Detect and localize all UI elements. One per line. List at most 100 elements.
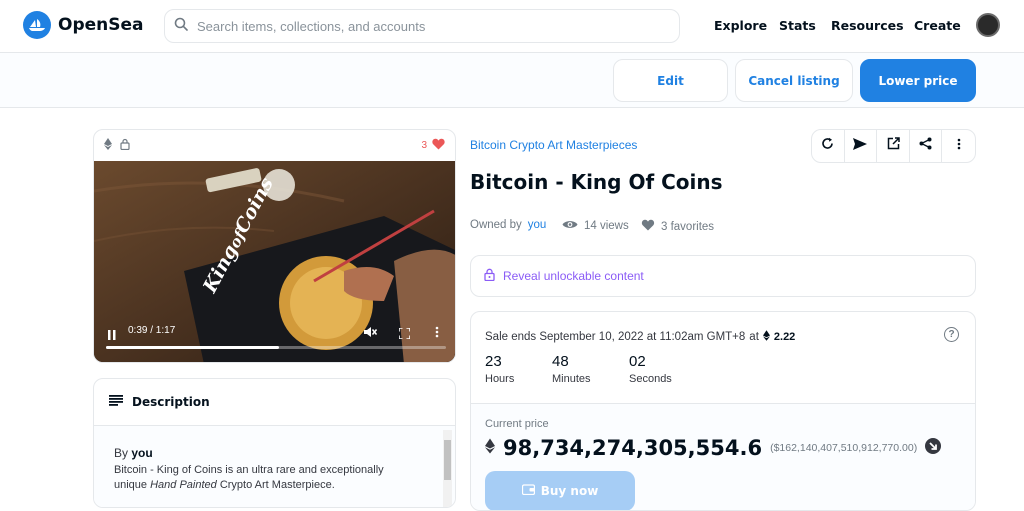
heart-icon — [432, 138, 445, 153]
sale-countdown-section: Sale ends September 10, 2022 at 11:02am … — [471, 312, 975, 404]
description-author-link[interactable]: you — [131, 446, 152, 460]
current-price-value: 98,734,274,305,554.6 — [503, 436, 763, 460]
brand-name: OpenSea — [58, 15, 144, 35]
ethereum-price-icon — [485, 438, 495, 459]
description-body: By you Bitcoin - King of Coins is an ult… — [94, 426, 455, 507]
opensea-logo[interactable]: OpenSea — [23, 11, 144, 39]
price-down-arrow-icon[interactable] — [925, 437, 942, 459]
owner-link[interactable]: you — [528, 219, 547, 231]
views-info: 14 views — [562, 219, 629, 233]
description-heading: Description — [132, 395, 210, 409]
countdown-minutes-value: 48 — [552, 353, 569, 370]
description-text-line1: Bitcoin - King of Coins is an ultra rare… — [114, 463, 435, 478]
cancel-listing-button[interactable]: Cancel listing — [735, 59, 853, 102]
sale-ends-text: Sale ends September 10, 2022 at 11:02am … — [485, 331, 746, 343]
media-header: 3 — [94, 130, 455, 161]
video-controls: 0:39 / 1:17 — [94, 320, 455, 362]
sale-at-label: at — [749, 331, 759, 343]
price-row: 98,734,274,305,554.6 ($162,140,407,510,9… — [485, 436, 942, 460]
send-icon — [853, 137, 868, 155]
owned-by-label: Owned by — [470, 219, 522, 231]
more-options-button[interactable] — [942, 130, 975, 162]
description-scrollbar-thumb[interactable] — [444, 440, 451, 480]
item-title: Bitcoin - King Of Coins — [470, 170, 723, 194]
collection-link[interactable]: Bitcoin Crypto Art Masterpieces — [470, 138, 637, 152]
favorite-button[interactable]: 3 — [421, 138, 445, 153]
lock-icon — [120, 137, 130, 155]
sale-end-info: Sale ends September 10, 2022 at 11:02am … — [485, 330, 795, 344]
buy-now-button[interactable]: Buy now — [485, 471, 635, 510]
countdown-minutes-unit: Minutes — [552, 373, 591, 385]
favorites-info: 3 favorites — [641, 219, 714, 234]
description-italic: Hand Painted — [150, 479, 217, 491]
favorites-count: 3 favorites — [661, 220, 715, 233]
edit-button[interactable]: Edit — [613, 59, 728, 102]
video-player[interactable]: KingofCoins 0:39 / 1:17 — [94, 161, 455, 362]
open-external-button[interactable] — [877, 130, 910, 162]
current-price-label: Current price — [485, 418, 549, 430]
transfer-button[interactable] — [845, 130, 878, 162]
description-by-prefix: By — [114, 446, 129, 460]
nav-stats[interactable]: Stats — [779, 18, 816, 33]
unlock-icon — [484, 268, 495, 284]
description-scrollbar[interactable] — [443, 430, 452, 507]
countdown-seconds: 02 Seconds — [629, 353, 672, 385]
countdown-minutes: 48 Minutes — [552, 353, 591, 385]
refresh-icon — [821, 137, 834, 155]
video-progress-fill — [106, 346, 280, 349]
description-line2-prefix: unique — [114, 479, 151, 491]
video-more-icon[interactable] — [435, 325, 439, 343]
description-card: Description By you Bitcoin - King of Coi… — [93, 378, 456, 508]
current-price-usd: ($162,140,407,510,912,770.00) — [770, 442, 918, 454]
mute-icon[interactable] — [364, 325, 378, 343]
description-line2-rest: Crypto Art Masterpiece. — [216, 479, 335, 491]
current-price-section: Current price 98,734,274,305,554.6 ($162… — [471, 404, 975, 510]
buy-now-label: Buy now — [540, 484, 599, 498]
eye-icon — [562, 219, 578, 233]
refresh-button[interactable] — [812, 130, 845, 162]
nav-resources[interactable]: Resources — [831, 18, 904, 33]
eth-small-icon — [762, 330, 770, 344]
fullscreen-icon[interactable] — [398, 326, 411, 344]
external-link-icon — [887, 137, 900, 155]
profile-avatar[interactable] — [976, 13, 1000, 37]
item-action-icons — [811, 129, 976, 163]
pause-icon[interactable] — [108, 327, 116, 345]
help-icon[interactable]: ? — [944, 327, 959, 342]
search-input[interactable] — [197, 18, 657, 34]
video-progress-bar[interactable] — [106, 346, 446, 349]
reveal-unlockable-button[interactable]: Reveal unlockable content — [470, 255, 976, 297]
description-item-name: Bitcoin - King of Coins — [114, 464, 223, 476]
description-line1-rest: is an ultra rare and exceptionally — [222, 464, 384, 476]
ethereum-icon — [104, 137, 112, 155]
description-header[interactable]: Description — [94, 379, 455, 426]
heart-outline-icon — [641, 219, 655, 234]
countdown-seconds-unit: Seconds — [629, 373, 672, 385]
countdown-hours: 23 Hours — [485, 353, 514, 385]
description-author: By you — [114, 446, 435, 461]
owner-info: Owned by you — [470, 219, 546, 231]
opensea-boat-icon — [23, 11, 51, 39]
share-button[interactable] — [910, 130, 943, 162]
search-icon — [174, 17, 188, 36]
media-card: 3 KingofCoins 0:39 / 1:17 — [93, 129, 456, 363]
owner-action-bar: Edit Cancel listing Lower price — [0, 52, 1024, 108]
description-text-line2: unique Hand Painted Crypto Art Masterpie… — [114, 478, 435, 493]
countdown-hours-unit: Hours — [485, 373, 515, 385]
lower-price-button[interactable]: Lower price — [860, 59, 976, 102]
favorite-count: 3 — [421, 140, 427, 151]
top-navigation: OpenSea Explore Stats Resources Create — [0, 0, 1024, 52]
search-bar[interactable] — [164, 9, 680, 43]
views-count: 14 views — [584, 220, 629, 232]
description-lines-icon — [109, 395, 123, 409]
sale-panel: Sale ends September 10, 2022 at 11:02am … — [470, 311, 976, 511]
sale-eth-amount: 2.22 — [773, 331, 796, 343]
countdown-seconds-value: 02 — [629, 353, 646, 370]
unlockable-label: Reveal unlockable content — [503, 269, 644, 283]
share-icon — [919, 137, 932, 155]
nav-create[interactable]: Create — [914, 18, 961, 33]
more-vertical-icon — [957, 137, 961, 155]
wallet-icon — [521, 484, 535, 498]
nav-explore[interactable]: Explore — [714, 18, 767, 33]
video-time: 0:39 / 1:17 — [128, 325, 176, 336]
